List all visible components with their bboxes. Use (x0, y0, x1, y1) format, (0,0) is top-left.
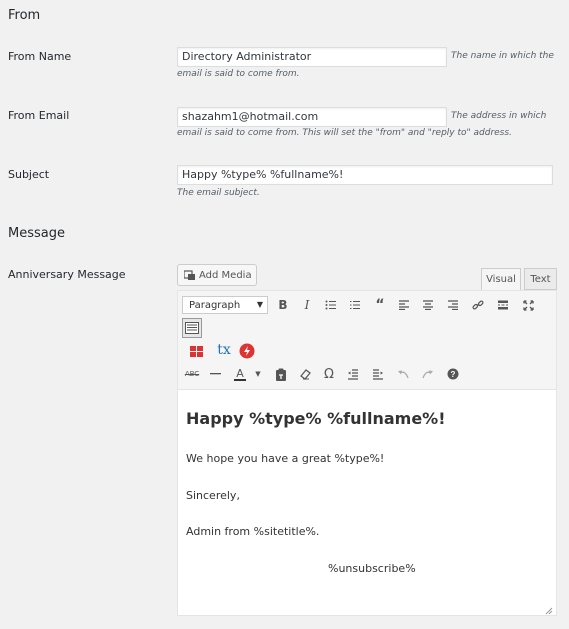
align-right-icon[interactable] (446, 298, 460, 312)
text-color-chevron-icon[interactable]: ▼ (254, 368, 262, 380)
add-media-icon (183, 270, 195, 280)
from-email-input[interactable]: shazahm1@hotmail.com (177, 107, 447, 127)
subject-label: Subject (8, 168, 50, 181)
outdent-icon[interactable] (346, 367, 360, 381)
horizontal-line-icon[interactable] (208, 367, 222, 381)
from-name-input[interactable]: Directory Administrator (177, 47, 447, 67)
subject-input[interactable]: Happy %type% %fullname%! (177, 165, 553, 185)
section-title-from: From (8, 8, 41, 23)
toolbar-toggle-icon[interactable] (182, 318, 202, 338)
add-media-button[interactable]: Add Media (177, 264, 257, 286)
from-name-desc-2: email is said to come from. (177, 69, 300, 79)
add-media-label: Add Media (199, 269, 252, 281)
link-icon[interactable] (471, 298, 485, 312)
tab-visual[interactable]: Visual (481, 268, 521, 290)
subject-desc: The email subject. (177, 188, 260, 198)
text-color-icon[interactable]: A (233, 366, 247, 382)
editor-paragraph-2: Sincerely, (186, 489, 240, 502)
lightning-icon[interactable] (239, 343, 255, 359)
section-title-message: Message (8, 226, 65, 241)
align-center-icon[interactable] (421, 298, 435, 312)
paste-text-icon[interactable] (274, 367, 288, 381)
italic-icon[interactable]: I (300, 298, 314, 312)
indent-icon[interactable] (371, 367, 385, 381)
editor-container: Happy %type% %fullname%! We hope you hav… (177, 290, 557, 616)
bullet-list-icon[interactable] (324, 298, 338, 312)
help-icon[interactable]: ? (446, 367, 460, 381)
strikethrough-icon[interactable]: ABC (184, 368, 200, 380)
undo-icon[interactable] (396, 367, 410, 381)
redo-icon[interactable] (421, 367, 435, 381)
editor-paragraph-1: We hope you have a great %type%! (186, 452, 385, 465)
tx-icon[interactable]: tx (214, 342, 234, 358)
bold-icon[interactable]: B (276, 298, 290, 312)
editor-heading: Happy %type% %fullname%! (186, 409, 446, 428)
read-more-icon[interactable] (496, 298, 510, 312)
blockquote-icon[interactable]: “ (373, 297, 387, 313)
omega-icon[interactable]: Ω (322, 366, 336, 382)
from-name-desc-1: The name in which the (451, 51, 554, 61)
chevron-down-icon: ▼ (256, 300, 263, 309)
widget-icon[interactable] (188, 344, 204, 358)
fullscreen-icon[interactable] (521, 298, 535, 312)
format-select-value: Paragraph (189, 299, 241, 311)
align-left-icon[interactable] (397, 298, 411, 312)
tab-text[interactable]: Text (524, 268, 557, 290)
anniversary-message-label: Anniversary Message (8, 268, 126, 281)
editor-paragraph-3: Admin from %sitetitle%. (186, 525, 320, 538)
from-email-label: From Email (8, 109, 70, 122)
editor-paragraph-4: %unsubscribe% (328, 562, 416, 575)
from-email-desc-1: The address in which (451, 111, 547, 121)
resize-handle-icon[interactable] (545, 605, 553, 615)
format-select[interactable]: Paragraph ▼ (182, 296, 268, 314)
numbered-list-icon[interactable] (348, 298, 362, 312)
from-name-label: From Name (8, 50, 72, 63)
clear-formatting-icon[interactable] (298, 367, 312, 381)
svg-text:?: ? (451, 370, 456, 379)
from-email-desc-2: email is said to come from. This will se… (177, 128, 512, 138)
